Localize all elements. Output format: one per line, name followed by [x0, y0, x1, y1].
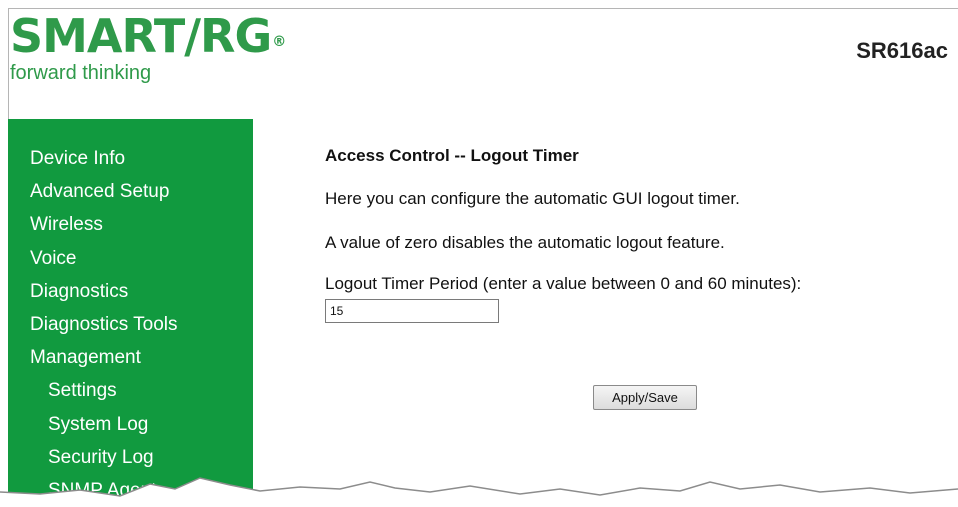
- sidebar-item-security-log[interactable]: Security Log: [48, 447, 154, 469]
- apply-save-button[interactable]: Apply/Save: [593, 385, 697, 410]
- description-line-1: Here you can configure the automatic GUI…: [325, 189, 740, 208]
- sidebar-item-advanced-setup[interactable]: Advanced Setup: [30, 181, 169, 203]
- description-line-2: A value of zero disables the automatic l…: [325, 233, 725, 252]
- sidebar-item-wireless[interactable]: Wireless: [30, 214, 103, 236]
- logo-text: SMART/RG: [10, 9, 272, 63]
- page-title: Access Control -- Logout Timer: [325, 146, 579, 165]
- sidebar-item-system-log[interactable]: System Log: [48, 414, 148, 436]
- model-name: SR616ac: [856, 38, 948, 63]
- sidebar-item-settings[interactable]: Settings: [48, 380, 117, 402]
- registered-mark: ®: [272, 34, 286, 50]
- sidebar-item-diagnostics[interactable]: Diagnostics: [30, 281, 128, 303]
- sidebar-item-management[interactable]: Management: [30, 347, 141, 369]
- brand-logo: SMART/RG®: [10, 8, 286, 64]
- sidebar-nav: Device Info Advanced Setup Wireless Voic…: [8, 119, 253, 507]
- brand-tagline: forward thinking: [10, 62, 152, 84]
- logout-timer-label: Logout Timer Period (enter a value betwe…: [325, 274, 802, 293]
- sidebar-item-device-info[interactable]: Device Info: [30, 148, 125, 170]
- sidebar-item-diagnostics-tools[interactable]: Diagnostics Tools: [30, 314, 178, 336]
- torn-edge-decoration: [0, 477, 958, 507]
- logout-timer-input[interactable]: [325, 299, 499, 323]
- sidebar-item-voice[interactable]: Voice: [30, 248, 76, 270]
